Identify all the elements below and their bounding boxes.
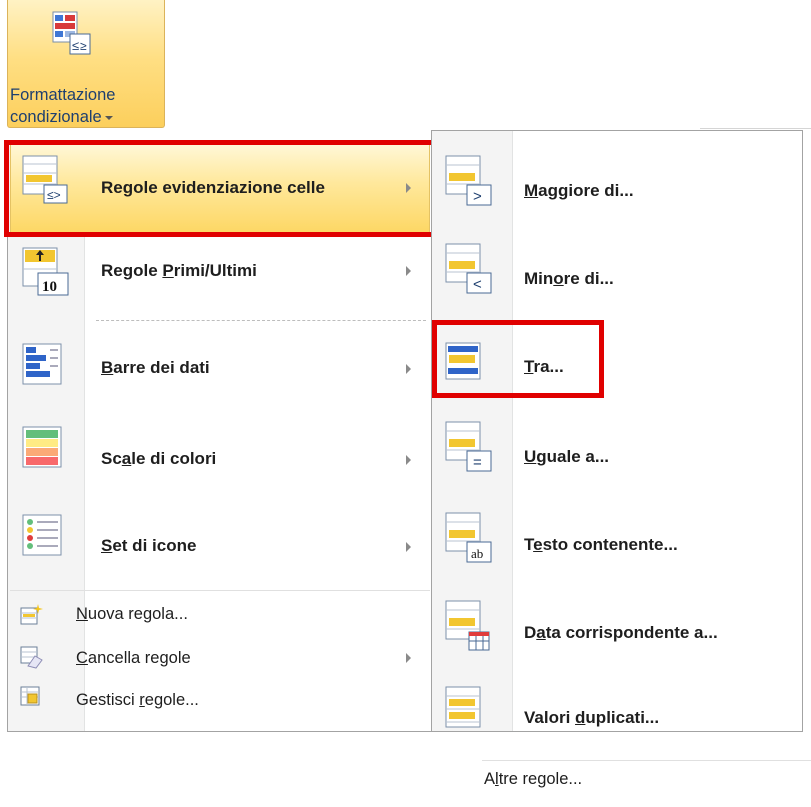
annotation-highlight-box (4, 140, 437, 237)
conditional-formatting-icon: ≤ ≥ (52, 11, 91, 55)
submenu-item-label: Uguale a... (524, 447, 610, 466)
svg-text:10: 10 (42, 279, 57, 295)
chevron-right-icon (406, 455, 411, 465)
chevron-right-icon (406, 542, 411, 552)
menu-item-manage-rules[interactable] (10, 684, 430, 718)
data-bars-icon (22, 343, 62, 385)
menu-item-label: Regole Primi/Ultimi (101, 261, 257, 280)
svg-text:ab: ab (471, 546, 483, 561)
date-occurring-icon (445, 600, 490, 651)
menu-item-label: Cancella regole (76, 649, 191, 667)
ribbon-divider (700, 128, 811, 129)
svg-text:>: > (473, 188, 482, 205)
menu-item-label: Barre dei dati (101, 358, 210, 377)
submenu-item-label: Valori duplicati... (524, 708, 660, 727)
conditional-formatting-label: Formattazione condizionale (8, 84, 166, 128)
submenu-item-label: Maggiore di... (524, 181, 634, 200)
clear-rules-icon (20, 646, 43, 669)
ribbon-label-line1: Formattazione (10, 86, 116, 104)
menu-separator (10, 590, 430, 591)
submenu-item-label: Minore di... (524, 269, 614, 288)
more-rules-item[interactable]: Altre regole... (484, 770, 582, 789)
menu-item-label: Gestisci regole... (76, 691, 199, 709)
menu-item-data-bars[interactable] (10, 330, 430, 410)
chevron-right-icon (406, 266, 411, 276)
menu-item-color-scales[interactable] (10, 414, 430, 494)
color-scales-icon (22, 426, 62, 468)
menu-item-new-rule[interactable] (10, 600, 430, 634)
icon-sets-icon (22, 514, 62, 556)
menu-item-label: Nuova regola... (76, 605, 188, 623)
chevron-right-icon (406, 364, 411, 374)
less-than-icon: < (445, 243, 492, 294)
manage-rules-icon (20, 686, 40, 706)
duplicate-values-icon (445, 686, 481, 728)
menu-item-clear-rules[interactable] (10, 642, 430, 676)
chevron-right-icon (406, 653, 411, 663)
menu-item-label: Set di icone (101, 536, 197, 555)
equal-to-icon: = (445, 421, 492, 472)
greater-than-icon: > (445, 155, 492, 206)
annotation-between-box (432, 320, 604, 398)
svg-text:≥: ≥ (80, 39, 87, 53)
menu-separator (96, 320, 426, 321)
ribbon-label-line2: condizionale (10, 106, 166, 128)
text-contains-icon: ab (445, 512, 492, 563)
top-bottom-rules-icon: 10 (22, 247, 69, 296)
submenu-item-label: Data corrispondente a... (524, 623, 718, 642)
menu-item-icon-sets[interactable] (10, 500, 430, 580)
menu-item-label: Scale di colori (101, 449, 217, 468)
submenu-separator (482, 760, 811, 761)
new-rule-icon (20, 604, 43, 625)
submenu-item-label: Testo contenente... (524, 535, 678, 554)
svg-text:≤: ≤ (72, 38, 79, 53)
svg-text:<: < (473, 276, 482, 293)
svg-text:=: = (473, 454, 482, 471)
